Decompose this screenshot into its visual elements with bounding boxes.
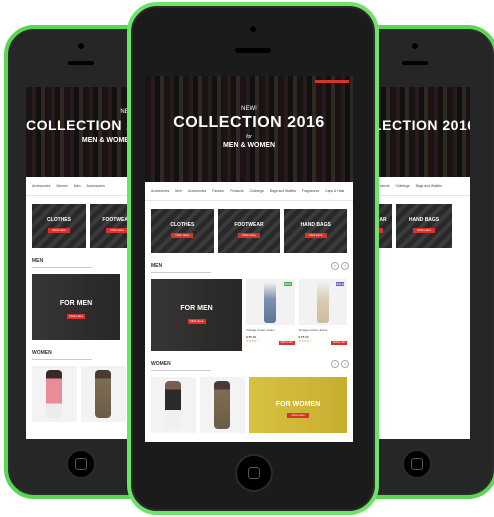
home-button[interactable] xyxy=(66,449,96,479)
menu-item[interactable]: Clothings xyxy=(395,184,409,188)
home-button[interactable] xyxy=(235,454,273,492)
speaker xyxy=(235,48,271,53)
men-section-title: MEN xyxy=(26,258,138,268)
chevron-left-icon[interactable]: ‹ xyxy=(331,262,339,270)
menu-item[interactable]: Products xyxy=(230,189,243,193)
click-here-button[interactable]: Click Here xyxy=(304,233,327,238)
category-row: CLOTHES Click Here FOOTWEAR Click Here xyxy=(26,196,138,248)
click-here-button[interactable]: Click Here xyxy=(67,314,85,319)
menu-item[interactable]: Men xyxy=(74,184,81,188)
category-card-handbags[interactable]: HAND BAGS Click Here xyxy=(284,209,348,253)
menu-item[interactable]: Clothings xyxy=(250,189,264,193)
product-card[interactable]: SALE Vintage Cotton Jeans $ 85.99 ★★★★☆ … xyxy=(298,279,347,351)
menu-item[interactable]: Accessories xyxy=(188,189,206,193)
camera xyxy=(412,43,418,49)
menu-item[interactable]: Fashion xyxy=(212,189,224,193)
banner-label: FOR WOMEN xyxy=(275,401,321,408)
new-label: NEW! xyxy=(241,106,257,112)
product-image[interactable] xyxy=(81,366,126,422)
speaker xyxy=(68,61,94,65)
category-card[interactable]: CLOTHES Click Here xyxy=(32,204,86,248)
menu-item[interactable]: Accessories xyxy=(87,184,105,188)
chevron-left-icon[interactable]: ‹ xyxy=(331,360,339,368)
product-image[interactable] xyxy=(151,377,196,433)
product-image[interactable] xyxy=(200,377,245,433)
hero-banner: NEW! COLLECTION 2016 for MEN & WOMEN xyxy=(145,76,353,182)
menu-item[interactable]: Accessories xyxy=(151,189,169,193)
nav-menu: Accessories Women Men Accessories xyxy=(26,177,138,196)
click-here-button[interactable]: Click Here xyxy=(106,228,128,233)
category-label: HAND BAGS xyxy=(408,217,440,223)
menu-item[interactable]: Men xyxy=(175,189,182,193)
click-here-button[interactable]: Click Here xyxy=(287,413,309,418)
speaker xyxy=(402,61,428,65)
women-section-title: WOMEN xyxy=(26,350,138,360)
menu-item[interactable]: Caps & Hats xyxy=(325,189,344,193)
click-here-button[interactable]: Click Here xyxy=(413,228,435,233)
for-men-banner[interactable]: FOR MEN Click Here xyxy=(151,279,243,351)
screen: NEW! COLLECTION 2016 MEN & WOMEN Accesso… xyxy=(26,87,138,439)
new-label: NEW! xyxy=(46,109,136,115)
section-title-text: WOMEN xyxy=(151,361,171,367)
chevron-right-icon[interactable]: › xyxy=(341,360,349,368)
hero-title: COLLECTION 2016 xyxy=(26,117,138,133)
banner-label: FOR MEN xyxy=(59,300,93,307)
chevron-right-icon[interactable]: › xyxy=(341,262,349,270)
click-here-button[interactable]: Click Here xyxy=(171,233,194,238)
category-label: CLOTHES xyxy=(47,217,71,223)
product-name[interactable]: Vintage Cotton Jeans xyxy=(299,328,347,332)
hero-accent-bar xyxy=(315,80,349,83)
click-here-button[interactable]: Click Here xyxy=(48,228,70,233)
category-row: CLOTHES Click Here FOOTWEAR Click Here H… xyxy=(145,201,353,253)
category-label: CLOTHES xyxy=(170,222,195,228)
menu-item[interactable]: Women xyxy=(56,184,68,188)
men-row: FOR MEN Click Here NEW Vintage Cotton Je… xyxy=(145,273,353,351)
category-card-clothes[interactable]: CLOTHES Click Here xyxy=(151,209,214,253)
women-row xyxy=(26,360,138,422)
women-row: FOR WOMEN Click Here xyxy=(145,371,353,433)
category-card-footwear[interactable]: FOOTWEAR Click Here xyxy=(217,209,281,253)
sale-badge: SALE xyxy=(336,282,344,286)
women-section-title: WOMEN ‹ › xyxy=(145,360,353,371)
category-label: HAND BAGS xyxy=(300,222,331,228)
click-here-button[interactable]: Click Here xyxy=(238,233,260,238)
menu-item[interactable]: Bags and Wallets xyxy=(270,189,296,193)
banner-label: FOR MEN xyxy=(180,305,213,312)
category-label: FOOTWEAR xyxy=(234,222,264,228)
camera xyxy=(250,26,256,32)
hero-subtitle: MEN & WOMEN xyxy=(81,137,134,144)
menu-item[interactable]: Accessories xyxy=(32,184,50,188)
hero-subtitle: MEN & WOMEN xyxy=(222,142,276,149)
menu-item[interactable]: Fragrances xyxy=(302,189,319,193)
nav-menu: Accessories Men Accessories Fashion Prod… xyxy=(145,182,353,201)
for-women-banner[interactable]: FOR WOMEN Click Here xyxy=(249,377,347,433)
new-badge: NEW xyxy=(283,282,292,286)
category-card[interactable]: HAND BAGS Click Here xyxy=(396,204,452,248)
phone-center: NEW! COLLECTION 2016 for MEN & WOMEN Acc… xyxy=(127,2,379,515)
product-image[interactable] xyxy=(32,366,77,422)
hero-banner: NEW! COLLECTION 2016 MEN & WOMEN xyxy=(26,87,138,177)
add-to-cart-button[interactable]: Add to cart xyxy=(278,341,295,345)
section-title-text: MEN xyxy=(151,263,163,269)
men-section-title: MEN ‹ › xyxy=(145,262,353,273)
hero-title: COLLECTION 2016 xyxy=(173,114,325,131)
product-name[interactable]: Vintage Cotton Jeans xyxy=(246,328,294,332)
home-button[interactable] xyxy=(402,449,432,479)
for-men-banner[interactable]: FOR MEN Click Here xyxy=(32,274,120,340)
camera xyxy=(78,43,84,49)
men-row: FOR MEN Click Here xyxy=(26,268,138,340)
click-here-button[interactable]: Click Here xyxy=(187,319,206,324)
menu-item[interactable]: Bags and Wallets xyxy=(416,184,442,188)
add-to-cart-button[interactable]: Add to cart xyxy=(331,341,347,345)
screen: NEW! COLLECTION 2016 for MEN & WOMEN Acc… xyxy=(145,76,353,442)
product-card[interactable]: NEW Vintage Cotton Jeans $ 85.99 ★★★★☆ A… xyxy=(246,279,295,351)
for-label: for xyxy=(246,134,252,140)
